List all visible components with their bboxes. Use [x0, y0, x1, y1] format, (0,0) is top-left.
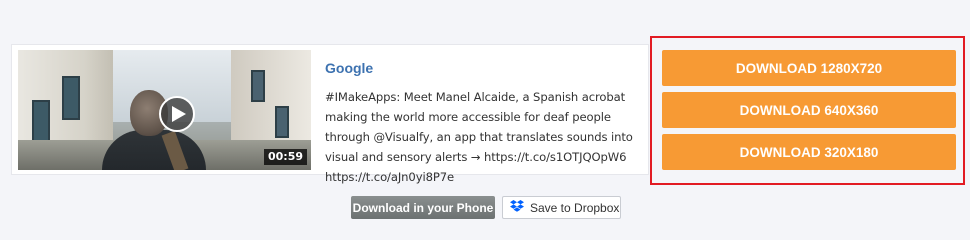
- dropbox-icon: [510, 199, 524, 216]
- video-duration: 00:59: [263, 149, 307, 165]
- play-icon: [169, 106, 186, 122]
- download-320x180-button[interactable]: DOWNLOAD 320X180: [662, 134, 956, 170]
- video-info: Google #IMakeApps: Meet Manel Alcaide, a…: [325, 59, 649, 187]
- video-thumbnail[interactable]: 00:59: [18, 50, 311, 170]
- download-options-panel: DOWNLOAD 1280X720 DOWNLOAD 640X360 DOWNL…: [650, 36, 965, 185]
- video-card: 00:59 Google #IMakeApps: Meet Manel Alca…: [11, 44, 649, 184]
- download-1280x720-button[interactable]: DOWNLOAD 1280X720: [662, 50, 956, 86]
- thumbnail-person-body: [102, 130, 206, 170]
- download-in-phone-button[interactable]: Download in your Phone: [351, 196, 495, 219]
- dropbox-label: Save to Dropbox: [530, 200, 620, 215]
- video-description: #IMakeApps: Meet Manel Alcaide, a Spanis…: [325, 90, 633, 184]
- thumbnail-window: [275, 106, 289, 138]
- play-button[interactable]: [159, 96, 195, 132]
- secondary-actions: Download in your Phone Save to Dropbox: [0, 196, 970, 220]
- author-link[interactable]: Google: [325, 59, 649, 77]
- save-to-dropbox-button[interactable]: Save to Dropbox: [502, 196, 621, 219]
- thumbnail-window: [32, 100, 50, 144]
- thumbnail-window: [251, 70, 265, 102]
- thumbnail-window: [62, 76, 80, 120]
- download-640x360-button[interactable]: DOWNLOAD 640X360: [662, 92, 956, 128]
